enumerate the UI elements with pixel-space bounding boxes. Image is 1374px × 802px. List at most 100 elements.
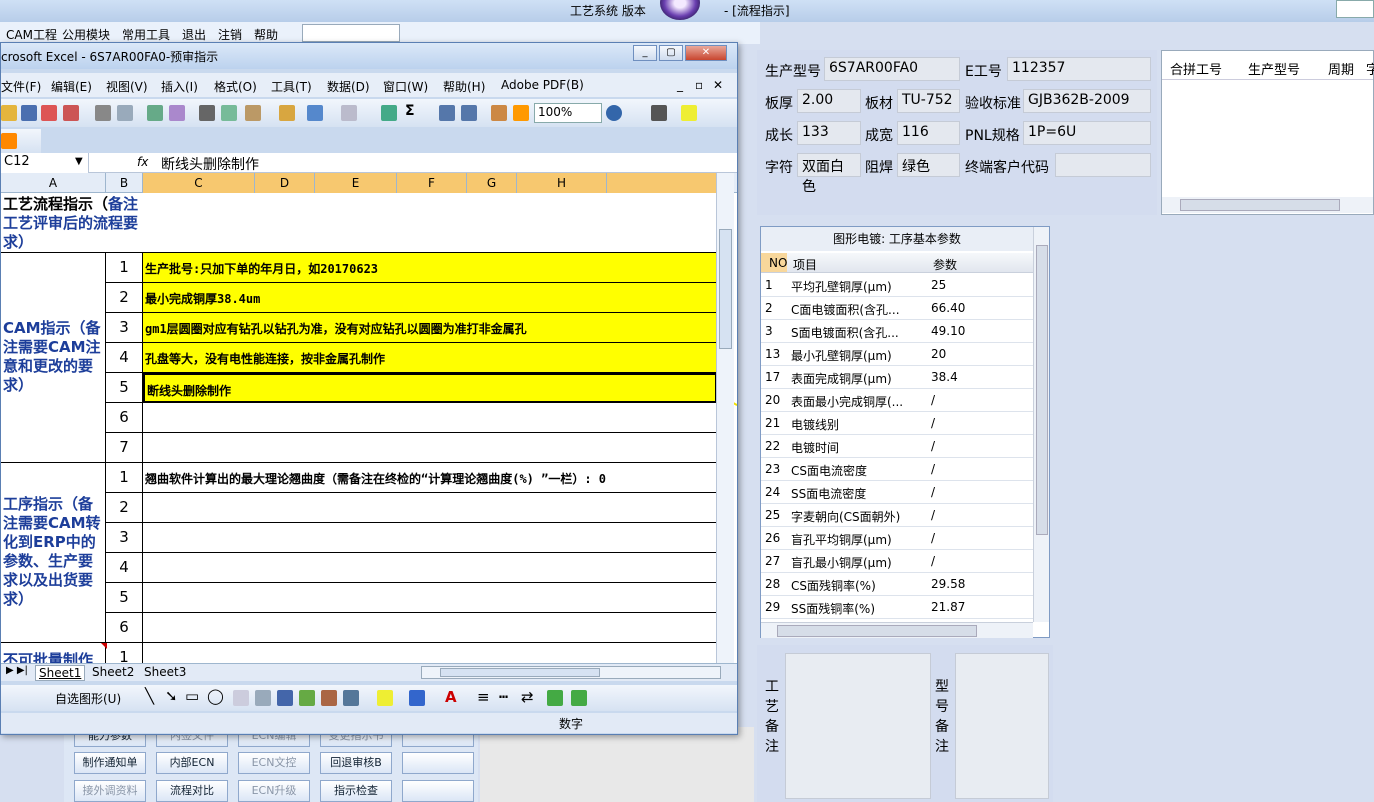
plating-row-value[interactable]: 20 (931, 347, 946, 361)
fx-icon[interactable]: fx (137, 155, 148, 169)
row-number-cell[interactable]: 4 (106, 553, 143, 583)
plating-row[interactable]: 29 SS面残铜率(%) 21.87 (761, 596, 1033, 619)
field-customer[interactable] (1055, 153, 1151, 177)
permission-icon[interactable] (41, 105, 57, 121)
sheet-nav-icon[interactable]: ▶ ▶| (3, 665, 31, 676)
plating-row-value[interactable]: / (931, 554, 935, 568)
menu-help[interactable]: 帮助 (254, 26, 278, 43)
btn-ecn-upgrade[interactable]: ECN升级 (238, 780, 310, 802)
row-number-cell[interactable]: 6 (106, 403, 143, 433)
format-painter-icon[interactable] (279, 105, 295, 121)
excel-menu-pdf[interactable]: Adobe PDF(B) (501, 78, 584, 92)
close-icon[interactable]: ✕ (685, 45, 727, 61)
btn-flow-compare[interactable]: 流程对比 (156, 780, 228, 802)
excel-menu-file[interactable]: 文件(F) (1, 78, 41, 95)
row-number-cell[interactable]: 4 (106, 343, 143, 373)
process-instruction-cell[interactable] (143, 523, 717, 553)
cam-instruction-cell[interactable] (143, 433, 717, 463)
textbox-icon[interactable] (233, 690, 249, 706)
cam-instruction-cell[interactable]: 生产批号:只加下单的年月日，如20170623 (143, 253, 717, 283)
vertical-textbox-icon[interactable] (255, 690, 271, 706)
drawing-icon[interactable] (513, 105, 529, 121)
plating-row-value[interactable]: 38.4 (931, 370, 958, 384)
rectangle-icon[interactable]: ▭ (185, 687, 199, 705)
line-style-icon[interactable]: ≡ (477, 688, 490, 706)
plating-row-value[interactable]: 29.58 (931, 577, 965, 591)
line-icon[interactable]: ╲ (145, 687, 154, 705)
plating-row[interactable]: 21 电镀线别 / (761, 412, 1033, 435)
plating-row[interactable]: 20 表面最小完成铜厚(... / (761, 389, 1033, 412)
plating-row-value[interactable]: / (931, 393, 935, 407)
process-instruction-cell[interactable]: 翘曲软件计算出的最大理论翘曲度（需备注在终检的“计算理论翘曲度(%) ”一栏）:… (143, 463, 717, 493)
app-minimize-button[interactable] (1336, 0, 1374, 18)
cam-instruction-cell[interactable]: 最小完成铜厚38.4um (143, 283, 717, 313)
merge-hscroll[interactable] (1162, 197, 1373, 213)
cut-icon[interactable] (199, 105, 215, 121)
sheet-tab-2[interactable]: Sheet2 (89, 665, 137, 679)
plating-vscroll[interactable] (1033, 227, 1049, 622)
cam-instruction-cell[interactable]: 孔盘等大，没有电性能连接，按非金属孔制作 (143, 343, 717, 373)
process-instruction-cell[interactable] (143, 613, 717, 643)
open-icon[interactable] (1, 105, 17, 121)
sort-asc-icon[interactable] (439, 105, 455, 121)
plating-row-value[interactable]: 66.40 (931, 301, 965, 315)
btn-blank-2[interactable] (402, 752, 474, 774)
undo-icon[interactable] (307, 105, 323, 121)
formula-input[interactable]: 断线头删除制作 (161, 154, 259, 174)
field-pnl[interactable]: 1P=6U (1023, 121, 1151, 145)
sheet-tab-3[interactable]: Sheet3 (141, 665, 189, 679)
row-number-cell[interactable]: 3 (106, 523, 143, 553)
namebox-dropdown-icon[interactable]: ▼ (75, 156, 83, 167)
maximize-icon[interactable]: ▢ (659, 45, 683, 61)
plating-row-value[interactable]: / (931, 485, 935, 499)
minimize-icon[interactable]: _ (633, 45, 657, 61)
plating-row-value[interactable]: / (931, 508, 935, 522)
help-icon[interactable] (606, 105, 622, 121)
row-number-cell[interactable]: 2 (106, 493, 143, 523)
row-number-cell[interactable]: 6 (106, 613, 143, 643)
arrow-style-icon[interactable]: ⇄ (521, 688, 534, 706)
plating-row[interactable]: 1 平均孔壁铜厚(μm) 25 (761, 274, 1033, 297)
plating-row[interactable]: 22 电镀时间 / (761, 435, 1033, 458)
excel-menu-tools[interactable]: 工具(T) (271, 78, 312, 95)
row-number-cell[interactable]: 1 (106, 463, 143, 493)
field-thickness[interactable]: 2.00 (797, 89, 861, 113)
field-width[interactable]: 116 (897, 121, 960, 145)
merge-table[interactable]: 合拼工号 生产型号 周期 字 (1161, 50, 1374, 215)
diagram-icon[interactable] (299, 690, 315, 706)
btn-check[interactable]: 指示检查 (320, 780, 392, 802)
hyperlink-icon[interactable] (381, 105, 397, 121)
plating-row[interactable]: 13 最小孔壁铜厚(μm) 20 (761, 343, 1033, 366)
3d-icon[interactable] (571, 690, 587, 706)
align-icon[interactable] (651, 105, 667, 121)
field-e-no[interactable]: 112357 (1007, 57, 1151, 81)
plating-row[interactable]: 25 字麦朝向(CS面朝外) / (761, 504, 1033, 527)
plating-row-value[interactable]: 25 (931, 278, 946, 292)
copy-icon[interactable] (221, 105, 237, 121)
redo-icon[interactable] (341, 105, 357, 121)
excel-menu-window[interactable]: 窗口(W) (383, 78, 428, 95)
plating-row[interactable]: 2 C面电镀面积(含孔... 66.40 (761, 297, 1033, 320)
sheet-tab-1[interactable]: Sheet1 (35, 665, 86, 681)
row-number-cell[interactable]: 2 (106, 283, 143, 313)
row-number-cell[interactable]: 5 (106, 373, 143, 403)
excel-menu-edit[interactable]: 编辑(E) (51, 78, 92, 95)
excel-hscroll-thumb[interactable] (440, 668, 600, 677)
app-search-input[interactable] (302, 24, 400, 42)
merge-hscroll-thumb[interactable] (1180, 199, 1340, 211)
pdf-icon[interactable] (63, 105, 79, 121)
plating-row[interactable]: 17 表面完成铜厚(μm) 38.4 (761, 366, 1033, 389)
doc-minimize-icon[interactable]: _ (677, 78, 683, 92)
model-remark-input[interactable] (955, 653, 1049, 799)
process-remark-input[interactable] (785, 653, 931, 799)
plating-row-value[interactable]: / (931, 462, 935, 476)
excel-vscroll[interactable] (716, 173, 734, 663)
worksheet-grid[interactable]: A B C D E F G H 工艺流程指示（备注工艺评审后的流程要求） CAM… (1, 173, 737, 663)
cam-instruction-cell[interactable] (143, 403, 717, 433)
process-instruction-cell[interactable] (143, 493, 717, 523)
excel-menu-format[interactable]: 格式(O) (214, 78, 257, 95)
excel-menu-help[interactable]: 帮助(H) (443, 78, 485, 95)
chart-wizard-icon[interactable] (491, 105, 507, 121)
field-mask[interactable]: 绿色 (897, 153, 960, 177)
print-icon[interactable] (95, 105, 111, 121)
